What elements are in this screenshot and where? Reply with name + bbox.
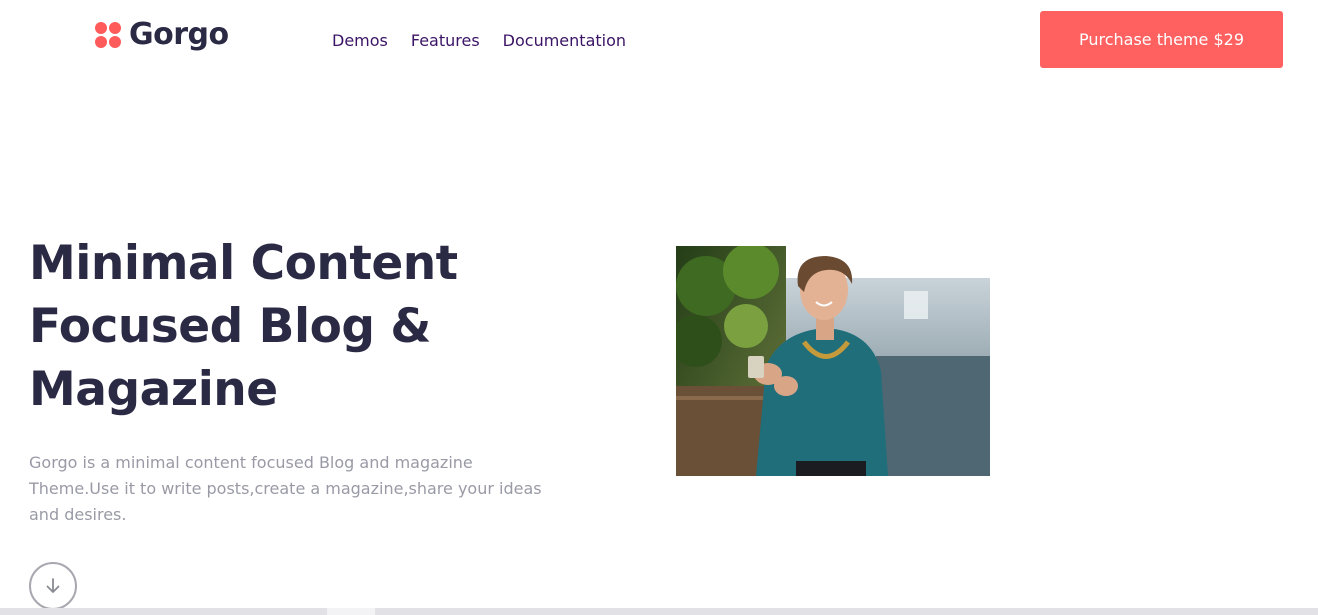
main-nav: Demos Features Documentation [332,31,626,50]
hero-description: Gorgo is a minimal content focused Blog … [29,453,542,524]
hero-title-line: Magazine [29,362,278,417]
nav-link-features[interactable]: Features [411,31,480,50]
hero-title-line: Focused Blog & [29,299,431,354]
woman-smiling-with-phone-photo [676,246,990,476]
brand-name: Gorgo [129,17,229,52]
purchase-theme-button[interactable]: Purchase theme $29 [1040,11,1283,68]
hero-title-line: Minimal Content [29,236,458,291]
landing-page: Gorgo Demos Features Documentation Purch… [0,0,1318,615]
four-dots-logo-icon [95,21,121,48]
nav-link-documentation[interactable]: Documentation [503,31,626,50]
hero-title: Minimal Content Focused Blog & Magazine [29,232,629,421]
scroll-down-button[interactable] [29,562,77,610]
page-scrollbar[interactable] [0,608,1318,615]
scrollbar-thumb[interactable] [327,608,375,615]
brand-logo[interactable]: Gorgo [95,17,229,52]
nav-link-demos[interactable]: Demos [332,31,388,50]
arrow-down-icon [46,578,60,593]
